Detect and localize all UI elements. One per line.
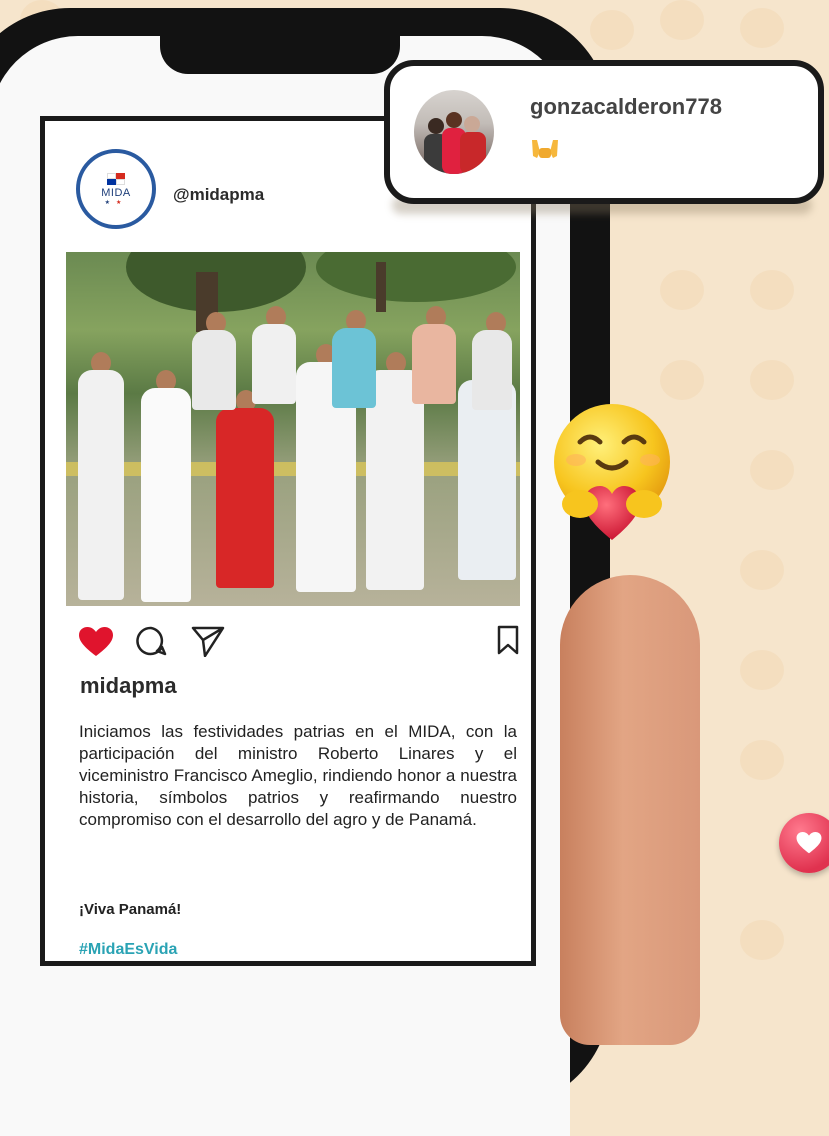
hugging-face-emoji-icon	[540, 400, 690, 555]
account-handle[interactable]: @midapma	[173, 185, 264, 205]
account-avatar[interactable]: MIDA ★★	[76, 149, 156, 229]
curb	[66, 462, 520, 476]
send-icon[interactable]	[191, 625, 225, 662]
comment-icon[interactable]	[135, 625, 167, 662]
heart-icon[interactable]	[79, 627, 113, 662]
instagram-post: MIDA ★★ @midapma midapma Iniciamos las f…	[40, 116, 536, 966]
panama-flag-icon	[107, 172, 125, 185]
post-photo[interactable]	[66, 252, 520, 606]
post-username[interactable]: midapma	[80, 673, 177, 699]
post-actions	[79, 623, 519, 658]
phone-notch	[160, 30, 400, 74]
logo-stars-icon: ★★	[104, 199, 128, 206]
post-closing: ¡Viva Panamá!	[79, 901, 182, 918]
logo-text: MIDA	[101, 186, 131, 199]
raising-hands-emoji-icon	[530, 136, 560, 165]
post-hashtag[interactable]: #MidaEsVida	[79, 941, 177, 959]
right-thumb	[560, 575, 700, 1045]
bookmark-icon[interactable]	[497, 625, 519, 660]
commenter-avatar[interactable]	[414, 90, 494, 174]
post-caption: Iniciamos las festividades patrias en el…	[79, 722, 517, 829]
comment-bubble: gonzacalderon778	[384, 60, 824, 204]
commenter-username[interactable]: gonzacalderon778	[530, 94, 722, 120]
